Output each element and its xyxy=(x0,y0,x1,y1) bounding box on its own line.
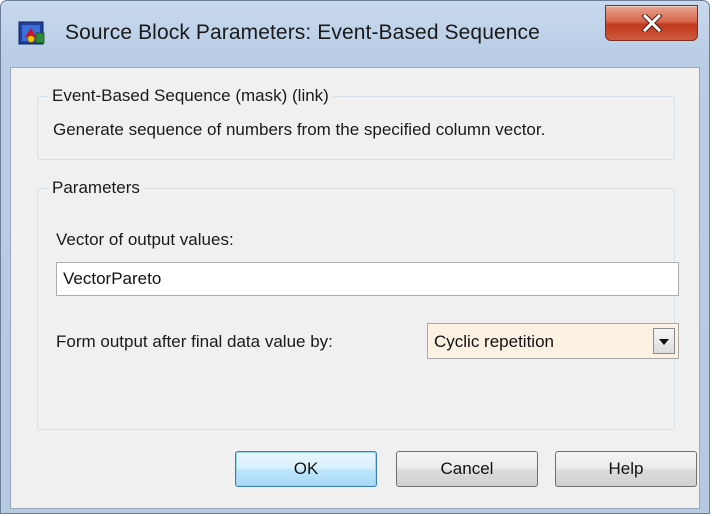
form-output-label: Form output after final data value by: xyxy=(56,332,333,351)
close-button[interactable] xyxy=(605,5,698,41)
vector-output-input[interactable] xyxy=(56,262,679,296)
block-description: Generate sequence of numbers from the sp… xyxy=(53,120,546,139)
description-group-legend: Event-Based Sequence (mask) (link) xyxy=(52,86,329,105)
parameters-group-legend: Parameters xyxy=(52,178,140,197)
simulink-block-icon xyxy=(18,19,46,47)
form-output-select[interactable]: Cyclic repetition xyxy=(427,323,679,359)
dialog-window: Source Block Parameters: Event-Based Seq… xyxy=(0,0,710,514)
close-icon xyxy=(640,14,663,32)
vector-output-label: Vector of output values: xyxy=(56,230,234,249)
help-button[interactable]: Help xyxy=(555,451,697,487)
ok-button[interactable]: OK xyxy=(235,451,377,487)
dropdown-button[interactable] xyxy=(653,328,675,354)
title-bar[interactable]: Source Block Parameters: Event-Based Seq… xyxy=(1,1,709,67)
form-output-selected-value: Cyclic repetition xyxy=(434,332,554,351)
dialog-client-area: Event-Based Sequence (mask) (link) Gener… xyxy=(10,67,700,509)
chevron-down-icon xyxy=(659,332,669,350)
window-title: Source Block Parameters: Event-Based Seq… xyxy=(65,21,540,44)
parameters-group: Parameters xyxy=(37,178,675,430)
cancel-button[interactable]: Cancel xyxy=(396,451,538,487)
